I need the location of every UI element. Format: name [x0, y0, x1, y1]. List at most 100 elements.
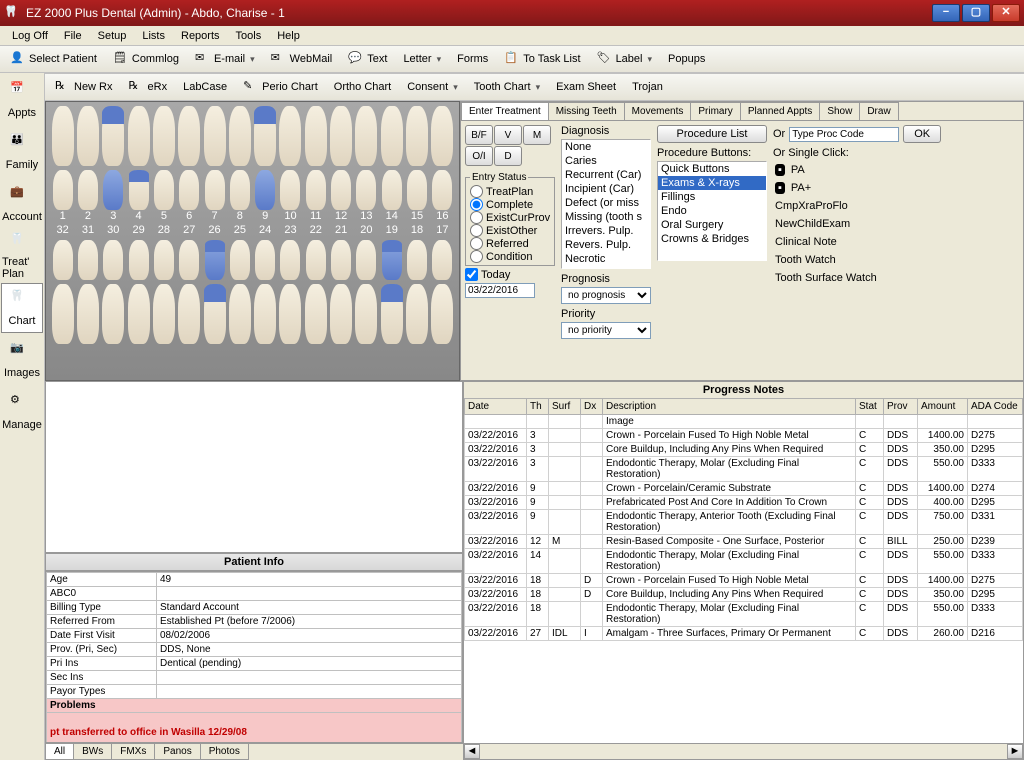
progress-row[interactable]: 03/22/20169Endodontic Therapy, Anterior …	[465, 510, 1023, 535]
entry-status-treatplan[interactable]: TreatPlan	[470, 185, 550, 198]
img-tab-bws[interactable]: BWs	[73, 744, 112, 760]
entry-status-referred[interactable]: Referred	[470, 237, 550, 250]
patient-info-row[interactable]: Sec Ins	[47, 671, 462, 685]
progress-row[interactable]: 03/22/201627IDLIAmalgam - Three Surfaces…	[465, 627, 1023, 641]
progress-row[interactable]: 03/22/20169Prefabricated Post And Core I…	[465, 496, 1023, 510]
patient-info-row[interactable]: Billing TypeStandard Account	[47, 601, 462, 615]
tooth[interactable]	[178, 284, 200, 344]
img-tab-fmxs[interactable]: FMXs	[111, 744, 155, 760]
progress-row[interactable]: 03/22/201618DCore Buildup, Including Any…	[465, 588, 1023, 602]
progress-row[interactable]: 03/22/20163Core Buildup, Including Any P…	[465, 443, 1023, 457]
tooth[interactable]	[204, 284, 226, 344]
surface-bf[interactable]: B/F	[465, 125, 493, 145]
tooth[interactable]	[305, 106, 327, 166]
tooth[interactable]	[154, 170, 174, 210]
tooth[interactable]	[254, 284, 276, 344]
diagnosis-list[interactable]: NoneCariesRecurrent (Car)Incipient (Car)…	[561, 139, 651, 269]
today-date-input[interactable]	[465, 283, 535, 298]
tab-enter-treatment[interactable]: Enter Treatment	[461, 102, 549, 120]
tooth[interactable]	[407, 240, 427, 280]
tooth[interactable]	[331, 170, 351, 210]
tbtn-letter[interactable]: Letter	[396, 50, 448, 68]
tab-draw[interactable]: Draw	[859, 102, 898, 120]
tooth[interactable]	[331, 240, 351, 280]
tooth[interactable]	[53, 170, 73, 210]
tooth[interactable]	[204, 106, 226, 166]
tooth[interactable]	[431, 284, 453, 344]
tooth[interactable]	[154, 240, 174, 280]
tbtn-new-rx[interactable]: ℞New Rx	[48, 76, 120, 98]
tbtn-tooth-chart[interactable]: Tooth Chart	[467, 78, 547, 96]
tooth[interactable]	[230, 240, 250, 280]
diagnosis-item[interactable]: Defect (or miss	[562, 196, 650, 210]
tooth[interactable]	[432, 240, 452, 280]
tooth[interactable]	[78, 240, 98, 280]
proc-button-item[interactable]: Endo	[658, 204, 766, 218]
tooth[interactable]	[406, 106, 428, 166]
tooth[interactable]	[103, 240, 123, 280]
progress-col-header[interactable]: Prov	[884, 399, 918, 415]
tooth[interactable]	[102, 284, 124, 344]
tooth[interactable]	[432, 170, 452, 210]
single-click-item[interactable]: Clinical Note	[773, 233, 1019, 251]
tbtn-commlog[interactable]: 🗒Commlog	[106, 48, 186, 70]
single-click-item[interactable]: NewChildExam	[773, 215, 1019, 233]
progress-row[interactable]: 03/22/20169Crown - Porcelain/Ceramic Sub…	[465, 482, 1023, 496]
progress-col-header[interactable]: Th	[527, 399, 549, 415]
tooth[interactable]	[205, 240, 225, 280]
tooth[interactable]	[102, 106, 124, 166]
proc-button-item[interactable]: Exams & X-rays	[658, 176, 766, 190]
module-account[interactable]: 💼Account	[1, 179, 43, 229]
tooth[interactable]	[205, 170, 225, 210]
tooth[interactable]	[77, 106, 99, 166]
tooth[interactable]	[230, 170, 250, 210]
entry-status-condition[interactable]: Condition	[470, 250, 550, 263]
tooth[interactable]	[306, 240, 326, 280]
tooth[interactable]	[255, 170, 275, 210]
diagnosis-item[interactable]: Missing (tooth s	[562, 210, 650, 224]
tooth[interactable]	[153, 284, 175, 344]
tooth[interactable]	[381, 106, 403, 166]
surface-v[interactable]: V	[494, 125, 522, 145]
tab-missing-teeth[interactable]: Missing Teeth	[548, 102, 625, 120]
progress-col-header[interactable]: Date	[465, 399, 527, 415]
entry-status-existcurprov[interactable]: ExistCurProv	[470, 211, 550, 224]
tooth[interactable]	[179, 170, 199, 210]
horizontal-scrollbar[interactable]: ◄►	[464, 743, 1023, 759]
diagnosis-item[interactable]: Revers. Pulp.	[562, 238, 650, 252]
tbtn-ortho-chart[interactable]: Ortho Chart	[327, 78, 398, 96]
patient-info-row[interactable]: Prov. (Pri, Sec)DDS, None	[47, 643, 462, 657]
progress-col-header[interactable]: Stat	[856, 399, 884, 415]
proc-button-item[interactable]: Quick Buttons	[658, 162, 766, 176]
tooth[interactable]	[306, 170, 326, 210]
entry-status-existother[interactable]: ExistOther	[470, 224, 550, 237]
tooth[interactable]	[254, 106, 276, 166]
diagnosis-item[interactable]: Necrotic	[562, 252, 650, 266]
tooth[interactable]	[103, 170, 123, 210]
tooth[interactable]	[128, 284, 150, 344]
single-click-item[interactable]: CmpXraProFlo	[773, 197, 1019, 215]
tooth[interactable]	[129, 170, 149, 210]
maximize-button[interactable]: ▢	[962, 4, 990, 22]
tab-planned-appts[interactable]: Planned Appts	[740, 102, 821, 120]
tooth[interactable]	[255, 240, 275, 280]
tab-show[interactable]: Show	[819, 102, 860, 120]
tbtn-erx[interactable]: ℞eRx	[122, 76, 175, 98]
progress-row[interactable]: 03/22/201612MResin-Based Composite - One…	[465, 535, 1023, 549]
prognosis-select[interactable]: no prognosis	[561, 287, 651, 304]
single-click-item[interactable]: Tooth Surface Watch	[773, 269, 1019, 287]
module-images[interactable]: 📷Images	[1, 335, 43, 385]
module-appts[interactable]: 📅Appts	[1, 75, 43, 125]
tooth[interactable]	[330, 284, 352, 344]
proc-button-item[interactable]: Oral Surgery	[658, 218, 766, 232]
menu-tools[interactable]: Tools	[228, 28, 270, 44]
tbtn-popups[interactable]: Popups	[661, 50, 712, 68]
progress-col-header[interactable]: Dx	[581, 399, 603, 415]
tooth[interactable]	[77, 284, 99, 344]
tooth[interactable]	[279, 106, 301, 166]
minimize-button[interactable]: −	[932, 4, 960, 22]
img-tab-photos[interactable]: Photos	[200, 744, 249, 760]
tooth[interactable]	[431, 106, 453, 166]
progress-row[interactable]: 03/22/201618Endodontic Therapy, Molar (E…	[465, 602, 1023, 627]
proc-button-item[interactable]: Fillings	[658, 190, 766, 204]
